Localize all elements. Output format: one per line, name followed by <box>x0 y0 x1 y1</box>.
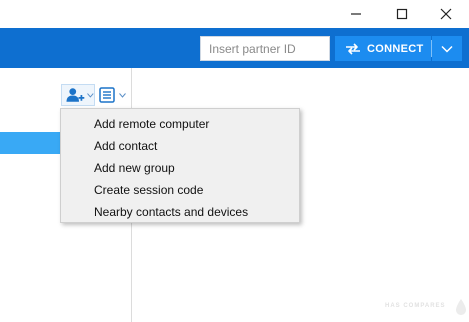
list-icon <box>99 87 115 103</box>
minimize-icon <box>351 13 361 15</box>
close-button[interactable] <box>423 0 469 28</box>
add-context-menu: Add remote computer Add contact Add new … <box>60 108 300 223</box>
add-person-icon <box>66 88 85 102</box>
app-window: CONNECT Add re <box>0 0 469 322</box>
chevron-down-icon <box>441 45 453 53</box>
swap-arrows-icon <box>345 42 361 55</box>
maximize-button[interactable] <box>379 0 425 28</box>
menu-item-nearby-contacts[interactable]: Nearby contacts and devices <box>61 201 299 223</box>
connect-label: CONNECT <box>367 42 424 55</box>
connection-header: CONNECT <box>0 28 469 68</box>
add-contact-menu-button[interactable] <box>61 84 95 106</box>
list-view-menu-button[interactable] <box>97 84 127 106</box>
chevron-down-icon <box>119 92 126 98</box>
title-bar <box>0 0 469 28</box>
partner-id-input[interactable] <box>200 36 330 61</box>
connect-button[interactable]: CONNECT <box>335 36 431 61</box>
close-icon <box>440 8 452 20</box>
menu-item-create-session-code[interactable]: Create session code <box>61 179 299 201</box>
menu-item-add-new-group[interactable]: Add new group <box>61 157 299 179</box>
maximize-icon <box>396 8 408 20</box>
menu-item-add-contact[interactable]: Add contact <box>61 135 299 157</box>
chevron-down-icon <box>87 92 94 98</box>
watermark-text: HAS COMPARES <box>385 303 446 309</box>
menu-item-add-remote-computer[interactable]: Add remote computer <box>61 113 299 135</box>
watermark-logo-icon <box>456 299 466 315</box>
minimize-button[interactable] <box>333 0 379 28</box>
connect-dropdown-button[interactable] <box>432 36 462 61</box>
